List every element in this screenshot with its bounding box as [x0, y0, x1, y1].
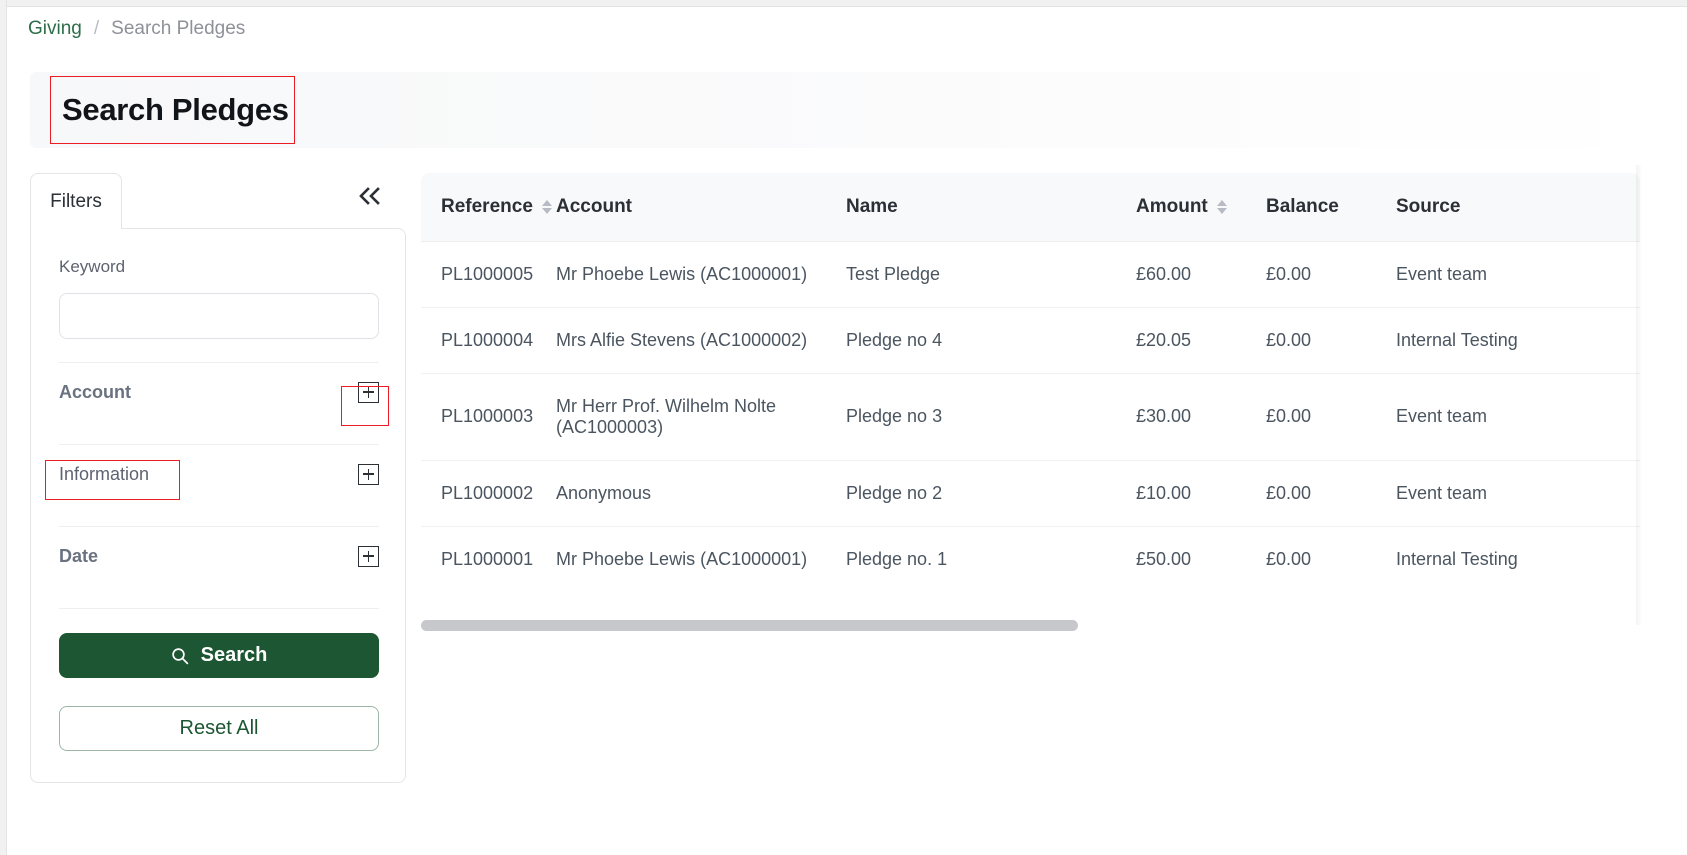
cell-amount: £30.00 — [1136, 373, 1266, 461]
column-header-name-label: Name — [846, 195, 898, 217]
cell-account[interactable]: Mr Phoebe Lewis (AC1000001) — [556, 526, 846, 588]
plus-box-icon[interactable] — [358, 545, 379, 567]
cell-source: Event team — [1396, 460, 1640, 527]
page-title-highlight: Search Pledges — [50, 76, 295, 144]
breadcrumb-separator: / — [93, 18, 100, 39]
breadcrumb-current: Search Pledges — [111, 18, 246, 39]
cell-amount: £20.05 — [1136, 307, 1266, 374]
plus-box-icon[interactable] — [358, 381, 379, 403]
cell-amount: £10.00 — [1136, 460, 1266, 527]
table-row[interactable]: PL1000002 Anonymous Pledge no 2 £10.00 £… — [421, 460, 1640, 527]
column-header-balance[interactable]: Balance — [1266, 173, 1396, 242]
column-header-source[interactable]: Source — [1396, 173, 1640, 242]
cell-name: Test Pledge — [846, 241, 1136, 308]
filter-section-information-label: Information — [59, 463, 150, 484]
cell-amount: £60.00 — [1136, 241, 1266, 308]
filter-section-account-label: Account — [59, 381, 131, 402]
cell-amount: £50.00 — [1136, 548, 1192, 569]
results-table-head: Reference Account Name Amount Balance So… — [421, 173, 1640, 242]
window-left-edge — [0, 0, 7, 855]
filter-section-date[interactable]: Date — [59, 527, 379, 585]
sort-arrows-icon[interactable] — [1216, 199, 1227, 214]
column-header-amount-label: Amount — [1136, 195, 1208, 217]
keyword-input[interactable] — [59, 293, 379, 339]
table-right-shadow — [1636, 165, 1642, 625]
double-chevron-left-glyph — [359, 187, 380, 205]
cell-balance: £0.00 — [1266, 307, 1396, 374]
cell-name: Pledge no. 1 — [846, 548, 948, 569]
cell-name: Pledge no 3 — [846, 373, 1136, 461]
column-header-balance-label: Balance — [1266, 195, 1339, 217]
table-row[interactable]: PL1000001 Mr Phoebe Lewis (AC1000001) Pl… — [421, 526, 1640, 588]
cell-balance: £0.00 — [1266, 241, 1396, 308]
table-row[interactable]: PL1000003 Mr Herr Prof. Wilhelm Nolte (A… — [421, 373, 1640, 461]
table-row[interactable]: PL1000004 Mrs Alfie Stevens (AC1000002) … — [421, 307, 1640, 374]
filter-section-information[interactable]: Information — [59, 445, 379, 503]
results-table: Reference Account Name Amount Balance So… — [421, 173, 1640, 588]
cell-reference[interactable]: PL1000003 — [421, 373, 556, 461]
horizontal-scrollbar-thumb[interactable] — [421, 620, 1078, 631]
results-table-body: PL1000005 Mr Phoebe Lewis (AC1000001) Te… — [421, 241, 1640, 588]
keyword-label: Keyword — [59, 257, 126, 276]
cell-account[interactable]: Mr Herr Prof. Wilhelm Nolte (AC1000003) — [556, 373, 846, 461]
cell-account[interactable]: Anonymous — [556, 460, 846, 527]
breadcrumb-link-giving[interactable]: Giving — [28, 18, 82, 40]
cell-reference[interactable]: PL1000001 — [421, 526, 556, 588]
table-header-row: Reference Account Name Amount Balance So… — [421, 173, 1640, 242]
reset-all-button-label: Reset All — [179, 717, 259, 739]
cell-balance: £0.00 — [1266, 460, 1396, 527]
double-chevron-left-icon[interactable] — [352, 178, 388, 214]
breadcrumb: Giving / Search Pledges — [28, 18, 245, 40]
cell-balance: £0.00 — [1266, 548, 1312, 569]
tab-filters[interactable]: Filters — [30, 173, 122, 229]
page-title: Search Pledges — [62, 92, 289, 127]
search-icon — [171, 647, 188, 664]
column-header-source-label: Source — [1396, 195, 1461, 217]
column-header-name[interactable]: Name — [846, 173, 1136, 242]
filter-section-date-label: Date — [59, 545, 99, 566]
cell-source: Event team — [1396, 241, 1640, 308]
plus-box-icon[interactable] — [358, 463, 379, 485]
column-header-account[interactable]: Account — [556, 173, 846, 242]
column-header-account-label: Account — [556, 195, 632, 217]
table-row[interactable]: PL1000005 Mr Phoebe Lewis (AC1000001) Te… — [421, 241, 1640, 308]
column-header-reference[interactable]: Reference — [421, 173, 556, 242]
cell-source: Internal Testing — [1396, 548, 1518, 569]
cell-source: Event team — [1396, 373, 1640, 461]
sort-arrows-icon[interactable] — [541, 199, 552, 214]
app-page: Giving / Search Pledges Search Pledges F… — [0, 0, 1687, 855]
horizontal-scrollbar-track[interactable] — [421, 620, 1640, 632]
reset-all-button[interactable]: Reset All — [59, 706, 379, 751]
results-table-container: Reference Account Name Amount Balance So… — [421, 173, 1640, 613]
filter-section-account[interactable]: Account — [59, 363, 379, 421]
cell-source: Internal Testing — [1396, 307, 1640, 374]
search-button-label: Search — [200, 644, 268, 666]
filters-panel-body: Keyword Account Information Date Search … — [30, 228, 406, 783]
cell-reference[interactable]: PL1000002 — [421, 460, 556, 527]
column-header-reference-label: Reference — [441, 195, 533, 217]
window-top-edge — [0, 0, 1687, 7]
search-button[interactable]: Search — [59, 633, 379, 678]
cell-name: Pledge no 2 — [846, 460, 1136, 527]
cell-name: Pledge no 4 — [846, 307, 1136, 374]
column-header-amount[interactable]: Amount — [1136, 173, 1266, 242]
cell-reference[interactable]: PL1000005 — [421, 241, 556, 308]
cell-account[interactable]: Mrs Alfie Stevens (AC1000002) — [556, 307, 846, 374]
filters-panel: Filters Keyword Account Information Date — [30, 173, 406, 783]
cell-account[interactable]: Mr Phoebe Lewis (AC1000001) — [556, 241, 846, 308]
cell-balance: £0.00 — [1266, 373, 1396, 461]
cell-reference[interactable]: PL1000004 — [421, 307, 556, 374]
divider-after-date — [59, 608, 379, 609]
results-table-scroll-area[interactable]: Reference Account Name Amount Balance So… — [421, 173, 1640, 588]
tab-filters-label: Filters — [50, 190, 102, 212]
